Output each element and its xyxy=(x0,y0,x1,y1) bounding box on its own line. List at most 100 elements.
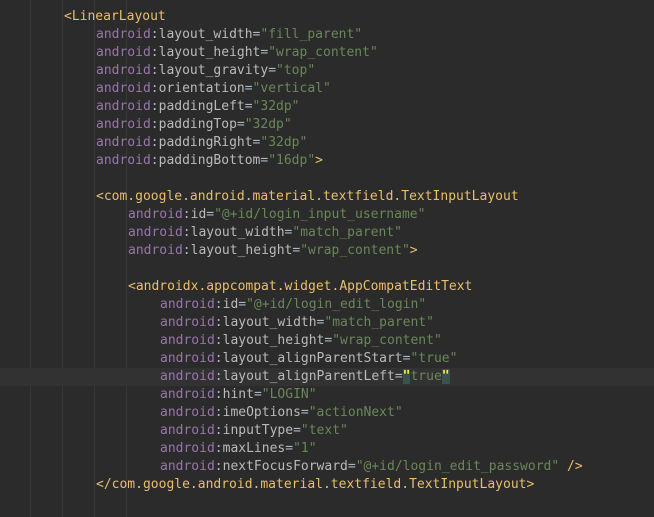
code-line[interactable]: android:layout_width="fill_parent" xyxy=(96,26,362,44)
xml-colon: : xyxy=(214,315,223,330)
matched-quote: " xyxy=(441,369,450,384)
xml-colon: : xyxy=(214,387,223,402)
xml-attribute-name: id xyxy=(222,297,239,312)
xml-namespace: android xyxy=(96,117,151,132)
xml-namespace: android xyxy=(160,441,215,456)
xml-attribute-value: "@+id/login_edit_password" xyxy=(355,459,560,474)
code-line[interactable]: android:layout_width="match_parent" xyxy=(128,224,402,242)
code-line[interactable]: android:paddingLeft="32dp" xyxy=(96,98,300,116)
xml-attribute-name: paddingRight xyxy=(158,135,253,150)
xml-attribute-value: "wrap_content" xyxy=(268,45,378,60)
xml-equals: = xyxy=(293,423,301,438)
code-line[interactable]: android:inputType="text" xyxy=(160,422,348,440)
xml-attribute-value: true xyxy=(410,369,442,384)
code-line[interactable]: <androidx.appcompat.widget.AppCompatEdit… xyxy=(128,278,472,296)
code-line[interactable]: android:paddingBottom="16dp"> xyxy=(96,152,323,170)
code-line[interactable]: android:maxLines="1" xyxy=(160,440,317,458)
code-line[interactable]: android:nextFocusForward="@+id/login_edi… xyxy=(160,458,583,476)
xml-tag-close: > xyxy=(315,153,323,168)
xml-tag: <LinearLayout xyxy=(64,9,166,24)
code-line[interactable]: </com.google.android.material.textfield.… xyxy=(96,476,534,494)
xml-attribute-name: imeOptions xyxy=(222,405,301,420)
code-line[interactable]: <LinearLayout xyxy=(64,8,166,26)
xml-namespace: android xyxy=(160,315,215,330)
code-line[interactable]: android:paddingRight="32dp" xyxy=(96,134,307,152)
xml-colon: : xyxy=(214,423,223,438)
xml-attribute-name: hint xyxy=(222,387,254,402)
indent-guide xyxy=(94,0,95,517)
xml-attribute-name: layout_alignParentLeft xyxy=(222,369,395,384)
xml-attribute-name: layout_height xyxy=(190,243,293,258)
xml-namespace: android xyxy=(160,423,215,438)
xml-attribute-value: "16dp" xyxy=(268,153,316,168)
xml-colon: : xyxy=(150,117,159,132)
code-line[interactable]: android:layout_alignParentStart="true" xyxy=(160,350,457,368)
xml-colon: : xyxy=(182,225,191,240)
xml-namespace: android xyxy=(160,351,215,366)
xml-tag: <androidx.appcompat.widget.AppCompatEdit… xyxy=(128,279,473,294)
xml-equals: = xyxy=(394,369,403,384)
xml-colon: : xyxy=(150,81,159,96)
xml-colon: : xyxy=(182,207,191,222)
xml-attribute-name: nextFocusForward xyxy=(222,459,348,474)
code-line[interactable]: android:layout_alignParentLeft="true" xyxy=(160,368,450,386)
xml-colon: : xyxy=(214,369,223,384)
xml-attribute-name: layout_width xyxy=(222,315,317,330)
xml-tag-close: /> xyxy=(559,459,583,474)
xml-namespace: android xyxy=(160,369,215,384)
xml-attribute-value: "@+id/login_edit_login" xyxy=(246,297,427,312)
xml-namespace: android xyxy=(160,387,215,402)
xml-colon: : xyxy=(150,27,159,42)
code-line[interactable]: android:layout_width="match_parent" xyxy=(160,314,434,332)
xml-attribute-name: paddingBottom xyxy=(158,153,261,168)
xml-equals: = xyxy=(300,405,309,420)
xml-colon: : xyxy=(150,63,159,78)
xml-equals: = xyxy=(347,459,356,474)
xml-attribute-value: "32dp" xyxy=(252,99,300,114)
xml-colon: : xyxy=(150,153,159,168)
xml-attribute-name: paddingLeft xyxy=(158,99,245,114)
xml-colon: : xyxy=(214,459,223,474)
code-line[interactable]: android:layout_gravity="top" xyxy=(96,62,315,80)
xml-colon: : xyxy=(182,243,191,258)
code-line[interactable]: android:orientation="vertical" xyxy=(96,80,331,98)
xml-colon: : xyxy=(214,351,223,366)
xml-attribute-name: id xyxy=(190,207,207,222)
xml-namespace: android xyxy=(160,459,215,474)
code-editor[interactable]: <LinearLayout android:layout_width="fill_… xyxy=(0,0,654,517)
xml-attribute-name: layout_height xyxy=(222,333,325,348)
xml-attribute-name: layout_width xyxy=(190,225,285,240)
code-line[interactable]: android:id="@+id/login_input_username" xyxy=(128,206,425,224)
code-line[interactable]: <com.google.android.material.textfield.T… xyxy=(96,188,519,206)
xml-equals: = xyxy=(285,441,294,456)
xml-equals: = xyxy=(268,63,277,78)
xml-namespace: android xyxy=(96,81,151,96)
xml-namespace: android xyxy=(160,297,215,312)
xml-attribute-value: "LOGIN" xyxy=(261,387,317,402)
xml-colon: : xyxy=(214,297,223,312)
code-line[interactable]: android:layout_height="wrap_content" xyxy=(96,44,378,62)
xml-equals: = xyxy=(253,387,262,402)
indent-guide xyxy=(30,0,31,517)
xml-equals: = xyxy=(244,99,253,114)
code-line[interactable]: android:layout_height="wrap_content"> xyxy=(128,242,418,260)
xml-attribute-value: "true" xyxy=(410,351,458,366)
xml-namespace: android xyxy=(96,135,151,150)
code-line[interactable]: android:layout_height="wrap_content" xyxy=(160,332,442,350)
code-line[interactable]: android:hint="LOGIN" xyxy=(160,386,317,404)
xml-equals: = xyxy=(238,297,247,312)
xml-equals: = xyxy=(206,207,215,222)
code-line[interactable]: android:id="@+id/login_edit_login" xyxy=(160,296,426,314)
xml-attribute-name: maxLines xyxy=(222,441,286,456)
xml-attribute-value: "vertical" xyxy=(252,81,331,96)
xml-attribute-name: orientation xyxy=(158,81,245,96)
code-line[interactable]: android:imeOptions="actionNext" xyxy=(160,404,403,422)
xml-colon: : xyxy=(150,45,159,60)
xml-equals: = xyxy=(236,117,245,132)
code-line[interactable]: android:paddingTop="32dp" xyxy=(96,116,292,134)
xml-namespace: android xyxy=(96,153,151,168)
xml-namespace: android xyxy=(128,243,183,258)
xml-attribute-name: paddingTop xyxy=(158,117,237,132)
xml-colon: : xyxy=(214,405,223,420)
xml-attribute-value: "@+id/login_input_username" xyxy=(214,207,426,222)
